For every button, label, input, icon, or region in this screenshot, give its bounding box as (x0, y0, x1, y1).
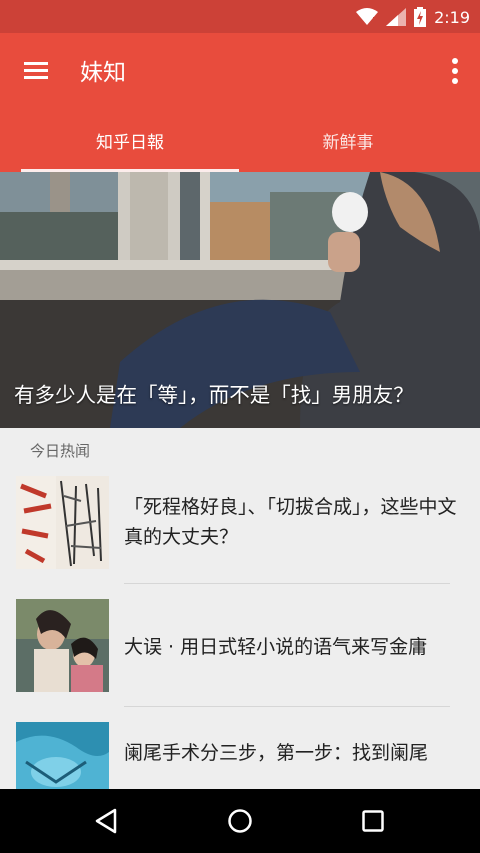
tab-news-feed[interactable]: 新鲜事 (239, 108, 457, 172)
status-time: 2:19 (434, 7, 470, 27)
app-bar: 妹知 (0, 33, 480, 108)
news-item[interactable]: 「死程格好良」、「切拔合成」，这些中文真的大丈夫？ (0, 462, 480, 584)
recents-icon[interactable] (359, 807, 387, 835)
tab-bar: 知乎日報 新鲜事 (0, 108, 480, 172)
system-nav-bar (0, 789, 480, 853)
signal-icon (386, 8, 407, 26)
status-icons: 2:19 (356, 5, 470, 29)
news-title: 阑尾手术分三步，第一步：找到阑尾 (124, 742, 429, 764)
wifi-icon (356, 8, 379, 25)
overflow-menu-icon[interactable] (448, 57, 462, 85)
news-title: 「死程格好良」、「切拔合成」，这些中文真的大丈夫？ (124, 496, 457, 548)
divider (124, 583, 450, 584)
app-title: 妹知 (80, 60, 126, 86)
news-thumbnail (16, 599, 109, 692)
hero-banner[interactable]: 有多少人是在「等」，而不是「找」男朋友？ (0, 172, 480, 428)
battery-charging-icon (414, 7, 427, 27)
news-title: 大误 · 用日式轻小说的语气来写金庸 (124, 636, 428, 658)
hero-title: 有多少人是在「等」，而不是「找」男朋友？ (14, 383, 414, 407)
divider (124, 706, 450, 707)
news-thumbnail (16, 476, 109, 569)
menu-icon[interactable] (22, 57, 50, 85)
back-icon[interactable] (93, 807, 121, 835)
home-icon[interactable] (226, 807, 254, 835)
status-bar: 2:19 (0, 0, 480, 33)
tab-zhihu-daily[interactable]: 知乎日報 (21, 108, 239, 172)
section-label: 今日热闻 (30, 442, 91, 460)
news-item[interactable]: 大误 · 用日式轻小说的语气来写金庸 (0, 585, 480, 707)
